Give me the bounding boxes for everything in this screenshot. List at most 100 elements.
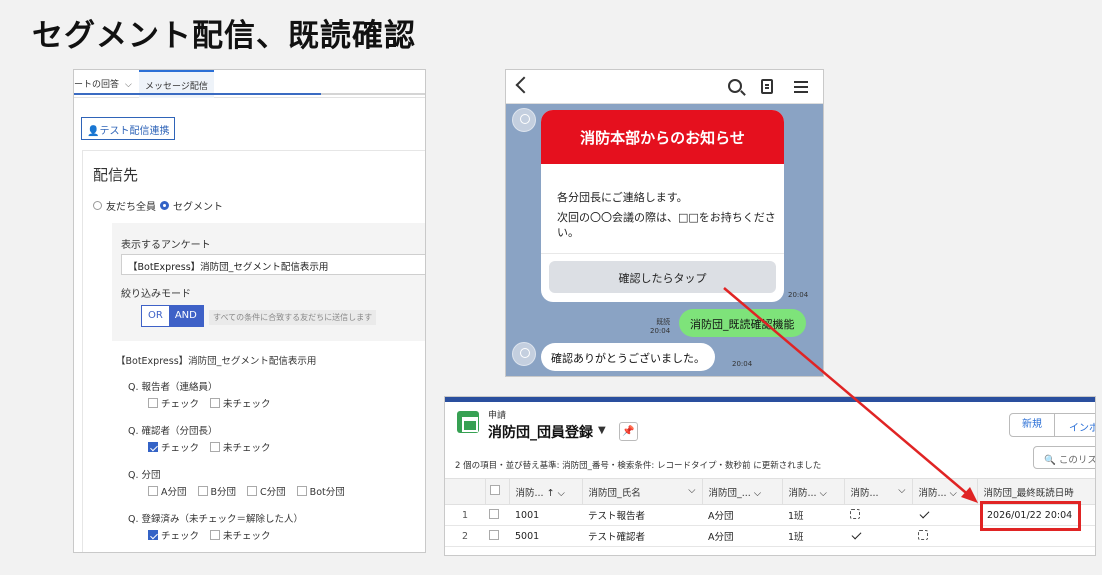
cell-confirmer (912, 525, 977, 547)
segment-settings: 表示するアンケート 【BotExpress】消防団_セグメント配信表示用 絞り込… (112, 223, 425, 341)
cell-bundan: A分団 (702, 504, 782, 526)
chevron-down-icon[interactable]: ⌵ (125, 80, 132, 90)
mode-and-button[interactable]: AND (168, 306, 203, 326)
pin-icon[interactable]: 📌 (619, 422, 638, 441)
checkbox[interactable] (296, 486, 307, 496)
checkbox[interactable] (210, 530, 221, 540)
check-icon (851, 529, 862, 540)
check-icon (919, 508, 930, 519)
cell-reporter (844, 525, 912, 547)
test-delivery-button[interactable]: 👤テスト配信連携 (81, 117, 176, 140)
user-icon: 👤 (87, 126, 100, 137)
checkbox[interactable] (210, 398, 221, 408)
row-checkbox[interactable] (489, 508, 499, 519)
column-header[interactable]: 消防... ⌵ (912, 478, 978, 505)
notice-line: 各分団長にご連絡します。 (557, 191, 688, 204)
row-num-header (445, 478, 486, 505)
checkbox-checked[interactable] (148, 530, 158, 540)
checkbox[interactable] (210, 442, 221, 452)
received-message-bubble: 確認ありがとうございました。 (541, 343, 715, 371)
tab-survey-answers[interactable]: ートの回答 ⌵ (74, 77, 132, 90)
sent-message-bubble: 消防団_既読確認機能 (679, 309, 806, 337)
note-icon[interactable] (761, 79, 773, 94)
page-title: セグメント配信、既読確認 (32, 18, 416, 54)
option-label: 未チェック (223, 399, 271, 410)
caret-down-icon[interactable]: ▼ (598, 425, 606, 436)
tab-underline (74, 93, 324, 95)
row-number: 2 (445, 525, 485, 547)
back-icon[interactable] (515, 76, 533, 94)
list-search-input[interactable]: 🔍 このリス (1033, 446, 1096, 469)
checkbox[interactable] (247, 486, 258, 496)
cell-number[interactable]: 1001 (509, 504, 582, 526)
list-status: 2 個の項目・並び替え基準: 消防団_番号・検索条件: レコードタイプ・数秒前 … (455, 461, 822, 471)
checkbox-checked[interactable] (148, 442, 158, 452)
search-icon: 🔍 (1044, 455, 1056, 466)
delivery-target-card: 配信先 友だち全員 セグメント 表示するアンケート 【BotExpress】消防… (82, 150, 425, 552)
checkbox[interactable] (148, 486, 158, 496)
row-checkbox[interactable] (489, 529, 499, 540)
survey-label: 表示するアンケート (121, 240, 211, 251)
option-label: A分団 (161, 487, 187, 498)
mode-toggle: OR AND (141, 305, 204, 327)
menu-icon[interactable] (794, 81, 808, 83)
option-label: チェック (161, 443, 200, 454)
cell-bundan: A分団 (702, 525, 782, 547)
survey-select[interactable]: 【BotExpress】消防団_セグメント配信表示用 (121, 254, 425, 275)
unchecked-icon (918, 529, 928, 540)
option-label: C分団 (260, 487, 286, 498)
notice-card: 消防本部からのお知らせ 各分団長にご連絡します。 次回の〇〇会議の際は、□□をお… (541, 110, 784, 302)
line-chat-screen: 消防本部からのお知らせ 各分団長にご連絡します。 次回の〇〇会議の際は、□□をお… (505, 69, 824, 377)
question-label: Q. 分団 (128, 470, 161, 481)
survey-title: 【BotExpress】消防団_セグメント配信表示用 (116, 356, 317, 367)
timestamp: 20:04 (650, 327, 671, 335)
search-icon[interactable] (728, 79, 742, 93)
cell-han: 1班 (782, 504, 844, 526)
question-options: A分団 B分団 C分団 Bot分団 (148, 484, 345, 498)
row-number: 1 (445, 504, 485, 526)
header-bar (445, 397, 1095, 402)
new-button[interactable]: 新規 (1009, 413, 1055, 437)
tab-bar: ートの回答 ⌵ メッセージ配信 (74, 70, 425, 98)
question-options: チェック 未チェック (148, 396, 271, 410)
list-view-name[interactable]: 消防団_団員登録 (488, 422, 593, 442)
divider (321, 93, 425, 95)
radio-segment[interactable] (160, 201, 169, 210)
cell-han: 1班 (782, 525, 844, 547)
confirm-tap-button[interactable]: 確認したらタップ (549, 261, 776, 293)
row-select (485, 504, 509, 526)
row-select (485, 525, 509, 547)
option-label: チェック (161, 399, 200, 410)
question-label: Q. 確認者（分団長） (128, 426, 218, 437)
checkbox[interactable] (148, 398, 158, 408)
question-label: Q. 報告者（連絡員） (128, 382, 218, 393)
read-status: 既読 20:04 (650, 318, 670, 336)
cell-name: テスト確認者 (582, 525, 702, 547)
cell-reporter (844, 504, 912, 526)
notice-header: 消防本部からのお知らせ (541, 110, 784, 164)
column-header[interactable]: 消防... ⌵ (782, 478, 845, 505)
search-placeholder: このリス (1058, 455, 1096, 466)
checkbox[interactable] (197, 486, 208, 496)
records-list-view: 申請 消防団_団員登録 ▼ 📌 新規 インポ 🔍 このリス 2 個の項目・並び替… (444, 396, 1096, 556)
option-label: B分団 (210, 487, 237, 498)
cell-confirmer (912, 504, 977, 526)
mode-or-button[interactable]: OR (142, 306, 169, 326)
column-header[interactable]: 消防団_氏名 ⌵ (582, 478, 703, 505)
delivery-settings-panel: ートの回答 ⌵ メッセージ配信 👤テスト配信連携 配信先 友だち全員 セグメント … (73, 69, 426, 553)
column-header[interactable]: 消防... ⌵ (844, 478, 913, 505)
avatar (512, 108, 536, 132)
radio-all-friends[interactable] (93, 201, 102, 210)
avatar (512, 342, 536, 366)
option-label: Bot分団 (309, 487, 345, 498)
import-button[interactable]: インポ (1054, 413, 1095, 437)
select-all-checkbox[interactable] (489, 485, 500, 495)
read-label: 既読 (656, 318, 671, 326)
column-header[interactable]: 消防... ↑ ⌵ (509, 478, 583, 505)
mode-hint: すべての条件に合致する友だちに送信します (209, 310, 377, 325)
column-header[interactable]: 消防団_... ⌵ (702, 478, 783, 505)
question-options: チェック 未チェック (148, 528, 271, 542)
cell-name: テスト報告者 (582, 504, 702, 526)
cell-number[interactable]: 5001 (509, 525, 582, 547)
option-label: 未チェック (223, 443, 271, 454)
